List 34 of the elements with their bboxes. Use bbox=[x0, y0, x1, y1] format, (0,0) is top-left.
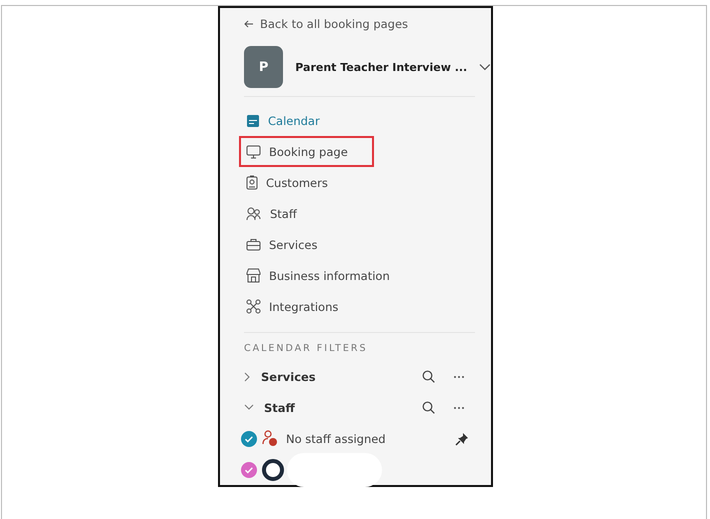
nav-item[interactable]: Staff bbox=[239, 198, 304, 229]
more-icon[interactable] bbox=[453, 406, 465, 410]
booking-page-title: Parent Teacher Interview ... bbox=[295, 60, 468, 74]
checkbox[interactable] bbox=[241, 430, 257, 446]
briefcase-icon bbox=[246, 238, 261, 251]
filter-group-label[interactable]: Staff bbox=[264, 400, 295, 414]
nav-item[interactable]: Services bbox=[239, 229, 324, 260]
nav-item[interactable]: Booking page bbox=[239, 136, 374, 167]
chevron-down-icon[interactable] bbox=[479, 63, 491, 71]
storefront-icon bbox=[246, 268, 261, 283]
nav-item[interactable]: Business information bbox=[239, 260, 397, 291]
avatar-icon bbox=[262, 458, 284, 480]
back-link[interactable]: Back to all booking pages bbox=[244, 14, 491, 34]
pin-icon[interactable] bbox=[455, 432, 469, 446]
people-icon bbox=[246, 206, 262, 220]
nav-item[interactable]: Integrations bbox=[239, 291, 346, 322]
chevron-right-icon[interactable] bbox=[244, 372, 251, 382]
checkbox[interactable] bbox=[241, 462, 257, 478]
nodes-icon bbox=[246, 299, 261, 314]
nav-item[interactable]: Customers bbox=[239, 167, 335, 198]
staff-name: No staff assigned bbox=[286, 432, 386, 446]
chevron-down-icon[interactable] bbox=[244, 404, 254, 411]
person-unknown-icon bbox=[262, 430, 278, 447]
id-badge-icon bbox=[246, 175, 258, 190]
search-icon[interactable] bbox=[422, 370, 435, 383]
more-icon[interactable] bbox=[453, 374, 465, 378]
page-avatar: P bbox=[244, 46, 284, 88]
section-heading: CALENDAR FILTERS bbox=[244, 343, 368, 356]
back-arrow-icon bbox=[244, 20, 254, 28]
search-icon[interactable] bbox=[422, 401, 435, 414]
filter-group-label[interactable]: Services bbox=[261, 370, 316, 384]
monitor-icon bbox=[246, 144, 261, 158]
nav-item[interactable]: Calendar bbox=[239, 105, 327, 136]
calendar-icon bbox=[246, 114, 260, 128]
